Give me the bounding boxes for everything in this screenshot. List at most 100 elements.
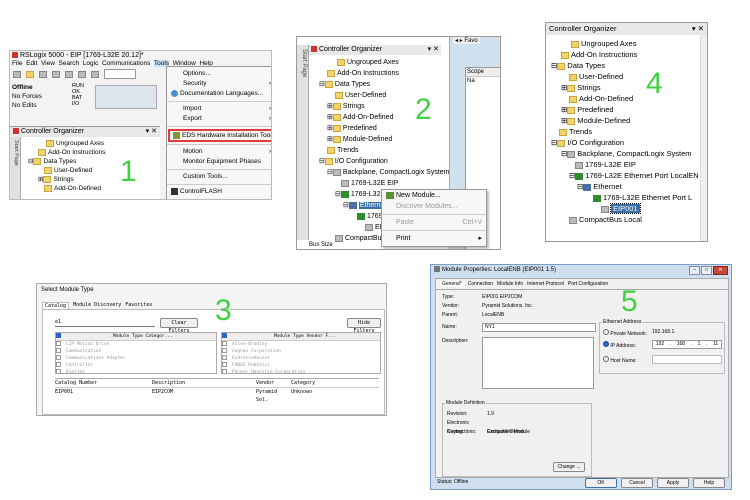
- tree-item[interactable]: 1769-L32E EIP: [549, 159, 699, 170]
- tab-port-configuration[interactable]: Port Configuration: [568, 281, 608, 287]
- column-category[interactable]: Category: [291, 379, 351, 387]
- category-item[interactable]: Communication: [56, 348, 216, 355]
- copy-icon[interactable]: [78, 70, 86, 78]
- tree-item[interactable]: ⊞ Module-Defined: [313, 134, 448, 145]
- menu-options[interactable]: Options...: [167, 69, 271, 79]
- category-item[interactable]: Digital: [56, 369, 216, 376]
- tree-item[interactable]: CompactBus Local: [549, 214, 699, 225]
- tree-item[interactable]: Add-On Instructions: [549, 49, 699, 60]
- tree-scrollbar[interactable]: [700, 35, 707, 241]
- menu-print[interactable]: Print ▸: [382, 233, 486, 244]
- menu-communications[interactable]: Communications: [102, 60, 150, 67]
- menu-motion[interactable]: Motion ›: [167, 147, 271, 157]
- organizer-controls[interactable]: ▾ ✕: [428, 45, 439, 55]
- tree-item[interactable]: 1769-L32E EIP: [313, 178, 448, 189]
- toolbar-combo[interactable]: [104, 69, 136, 79]
- vendor-item[interactable]: Allen-Bradley: [222, 341, 380, 348]
- close-icon[interactable]: ✕: [713, 266, 728, 275]
- tree-item[interactable]: ⊟ Data Types: [24, 157, 105, 166]
- new-icon[interactable]: [13, 70, 21, 78]
- tree-item[interactable]: Ungrouped Axes: [549, 38, 699, 49]
- vendor-item[interactable]: FANUC Robotics: [222, 362, 380, 369]
- hide-filters-button[interactable]: Hide Filters: [347, 318, 381, 334]
- vendor-item[interactable]: Cognex Corporation: [222, 348, 380, 355]
- checkbox-icon[interactable]: [56, 333, 61, 338]
- menu-import[interactable]: Import ›: [167, 104, 271, 114]
- tree-item[interactable]: ⊞ Module-Defined: [549, 115, 699, 126]
- tree-item[interactable]: User-Defined: [24, 166, 105, 175]
- tree-item[interactable]: Trends: [549, 126, 699, 137]
- vendor-item[interactable]: Endress+Hauser: [222, 355, 380, 362]
- change-button[interactable]: Change ...: [553, 462, 585, 472]
- menu-export[interactable]: Export ›: [167, 114, 271, 124]
- tree-item[interactable]: Add-On-Defined: [24, 184, 105, 193]
- maximize-icon[interactable]: □: [701, 266, 712, 275]
- name-field[interactable]: NY1: [482, 323, 596, 332]
- tree-item[interactable]: Add-On-Defined: [549, 93, 699, 104]
- tree-item[interactable]: ⊟1769-L32E Ethernet Port LocalEN: [549, 170, 699, 181]
- ip-address-option[interactable]: IP Address:: [603, 341, 636, 350]
- search-input[interactable]: e1: [55, 319, 155, 327]
- clear-filters-button[interactable]: Clear Filters: [160, 318, 198, 334]
- menu-logic[interactable]: Logic: [83, 60, 99, 67]
- menu-search[interactable]: Search: [59, 60, 80, 67]
- private-network-option[interactable]: Private Network:: [603, 329, 647, 338]
- menu-documentation-languages[interactable]: Documentation Languages...: [167, 89, 271, 99]
- menu-paste[interactable]: Paste Ctrl+V: [382, 217, 486, 228]
- host-name-option[interactable]: Host Name:: [603, 356, 637, 365]
- vendor-item[interactable]: Parker Hannifin Corporation: [222, 369, 380, 376]
- menu-custom-tools[interactable]: Custom Tools...: [167, 172, 271, 182]
- menu-security[interactable]: Security ›: [167, 79, 271, 89]
- tree-item[interactable]: Add-On Instructions: [313, 68, 448, 79]
- help-button[interactable]: Help: [693, 478, 725, 488]
- ip-address-field[interactable]: 192. 168. 1. 11: [652, 340, 722, 349]
- tab-general[interactable]: General*: [440, 281, 464, 287]
- tree-item[interactable]: ⊞ Strings: [24, 175, 105, 184]
- tree-item[interactable]: ⊞ Strings: [549, 82, 699, 93]
- category-item[interactable]: Controller: [56, 362, 216, 369]
- column-catalog-number[interactable]: Catalog Number: [55, 379, 152, 387]
- cut-icon[interactable]: [65, 70, 73, 78]
- organizer-controls[interactable]: ▾ ✕: [146, 127, 160, 137]
- menu-view[interactable]: View: [41, 60, 55, 67]
- menu-new-module[interactable]: New Module...: [382, 190, 486, 201]
- host-name-field[interactable]: [652, 355, 722, 364]
- apply-button[interactable]: Apply: [657, 478, 689, 488]
- paste-icon[interactable]: [91, 70, 99, 78]
- menu-file[interactable]: File: [12, 60, 22, 67]
- menu-monitor-equipment-phases[interactable]: Monitor Equipment Phases: [167, 157, 271, 167]
- start-page-tab[interactable]: Start Page: [10, 137, 21, 199]
- tree-item[interactable]: 1769-L32E Ethernet Port L: [549, 192, 699, 203]
- column-vendor[interactable]: Vendor: [256, 379, 291, 387]
- tree-item[interactable]: ⊟ I/O Configuration: [313, 156, 448, 167]
- category-item[interactable]: CIP Motion Drive: [56, 341, 216, 348]
- description-field[interactable]: [482, 337, 594, 389]
- tab-module-info[interactable]: Module Info: [497, 281, 523, 287]
- tree-item[interactable]: Add-On Instructions: [24, 148, 105, 157]
- cancel-button[interactable]: Cancel: [621, 478, 653, 488]
- organizer-controls[interactable]: ▾ ✕: [692, 23, 704, 35]
- tree-item[interactable]: ⊟ I/O Configuration: [549, 137, 699, 148]
- menu-eds-hardware-installation-tool[interactable]: EDS Hardware Installation Tool: [168, 129, 271, 142]
- ok-button[interactable]: OK: [585, 478, 617, 488]
- print-icon[interactable]: [52, 70, 60, 78]
- table-row[interactable]: EIP001 EIP2COM Pyramid Sol. Unknown: [55, 388, 379, 404]
- menu-controlflash[interactable]: ControlFLASH: [167, 187, 271, 197]
- menu-discover-modules[interactable]: Discover Modules...: [382, 201, 486, 212]
- tree-item[interactable]: ⊟ Backplane, CompactLogix System: [313, 167, 449, 178]
- tree-item[interactable]: ⊞ Predefined: [549, 104, 699, 115]
- tab-internet-protocol[interactable]: Internet Protocol: [527, 281, 564, 287]
- favorites-tab[interactable]: ◂ ▸ Favo: [453, 37, 480, 44]
- minimize-icon[interactable]: –: [689, 266, 700, 275]
- open-icon[interactable]: [26, 70, 34, 78]
- column-description[interactable]: Description: [152, 379, 256, 387]
- tree-item-eip001[interactable]: EIP001: [549, 203, 699, 214]
- category-item[interactable]: Communications Adapter: [56, 355, 216, 362]
- tree-item[interactable]: ⊟ Data Types: [549, 60, 699, 71]
- menu-edit[interactable]: Edit: [26, 60, 37, 67]
- save-icon[interactable]: [39, 70, 47, 78]
- tree-item[interactable]: Ungrouped Axes: [24, 139, 105, 148]
- tree-item[interactable]: ⊟ Backplane, CompactLogix System: [549, 148, 699, 159]
- tab-connection[interactable]: Connection: [468, 281, 493, 287]
- checkbox-icon[interactable]: [222, 333, 227, 338]
